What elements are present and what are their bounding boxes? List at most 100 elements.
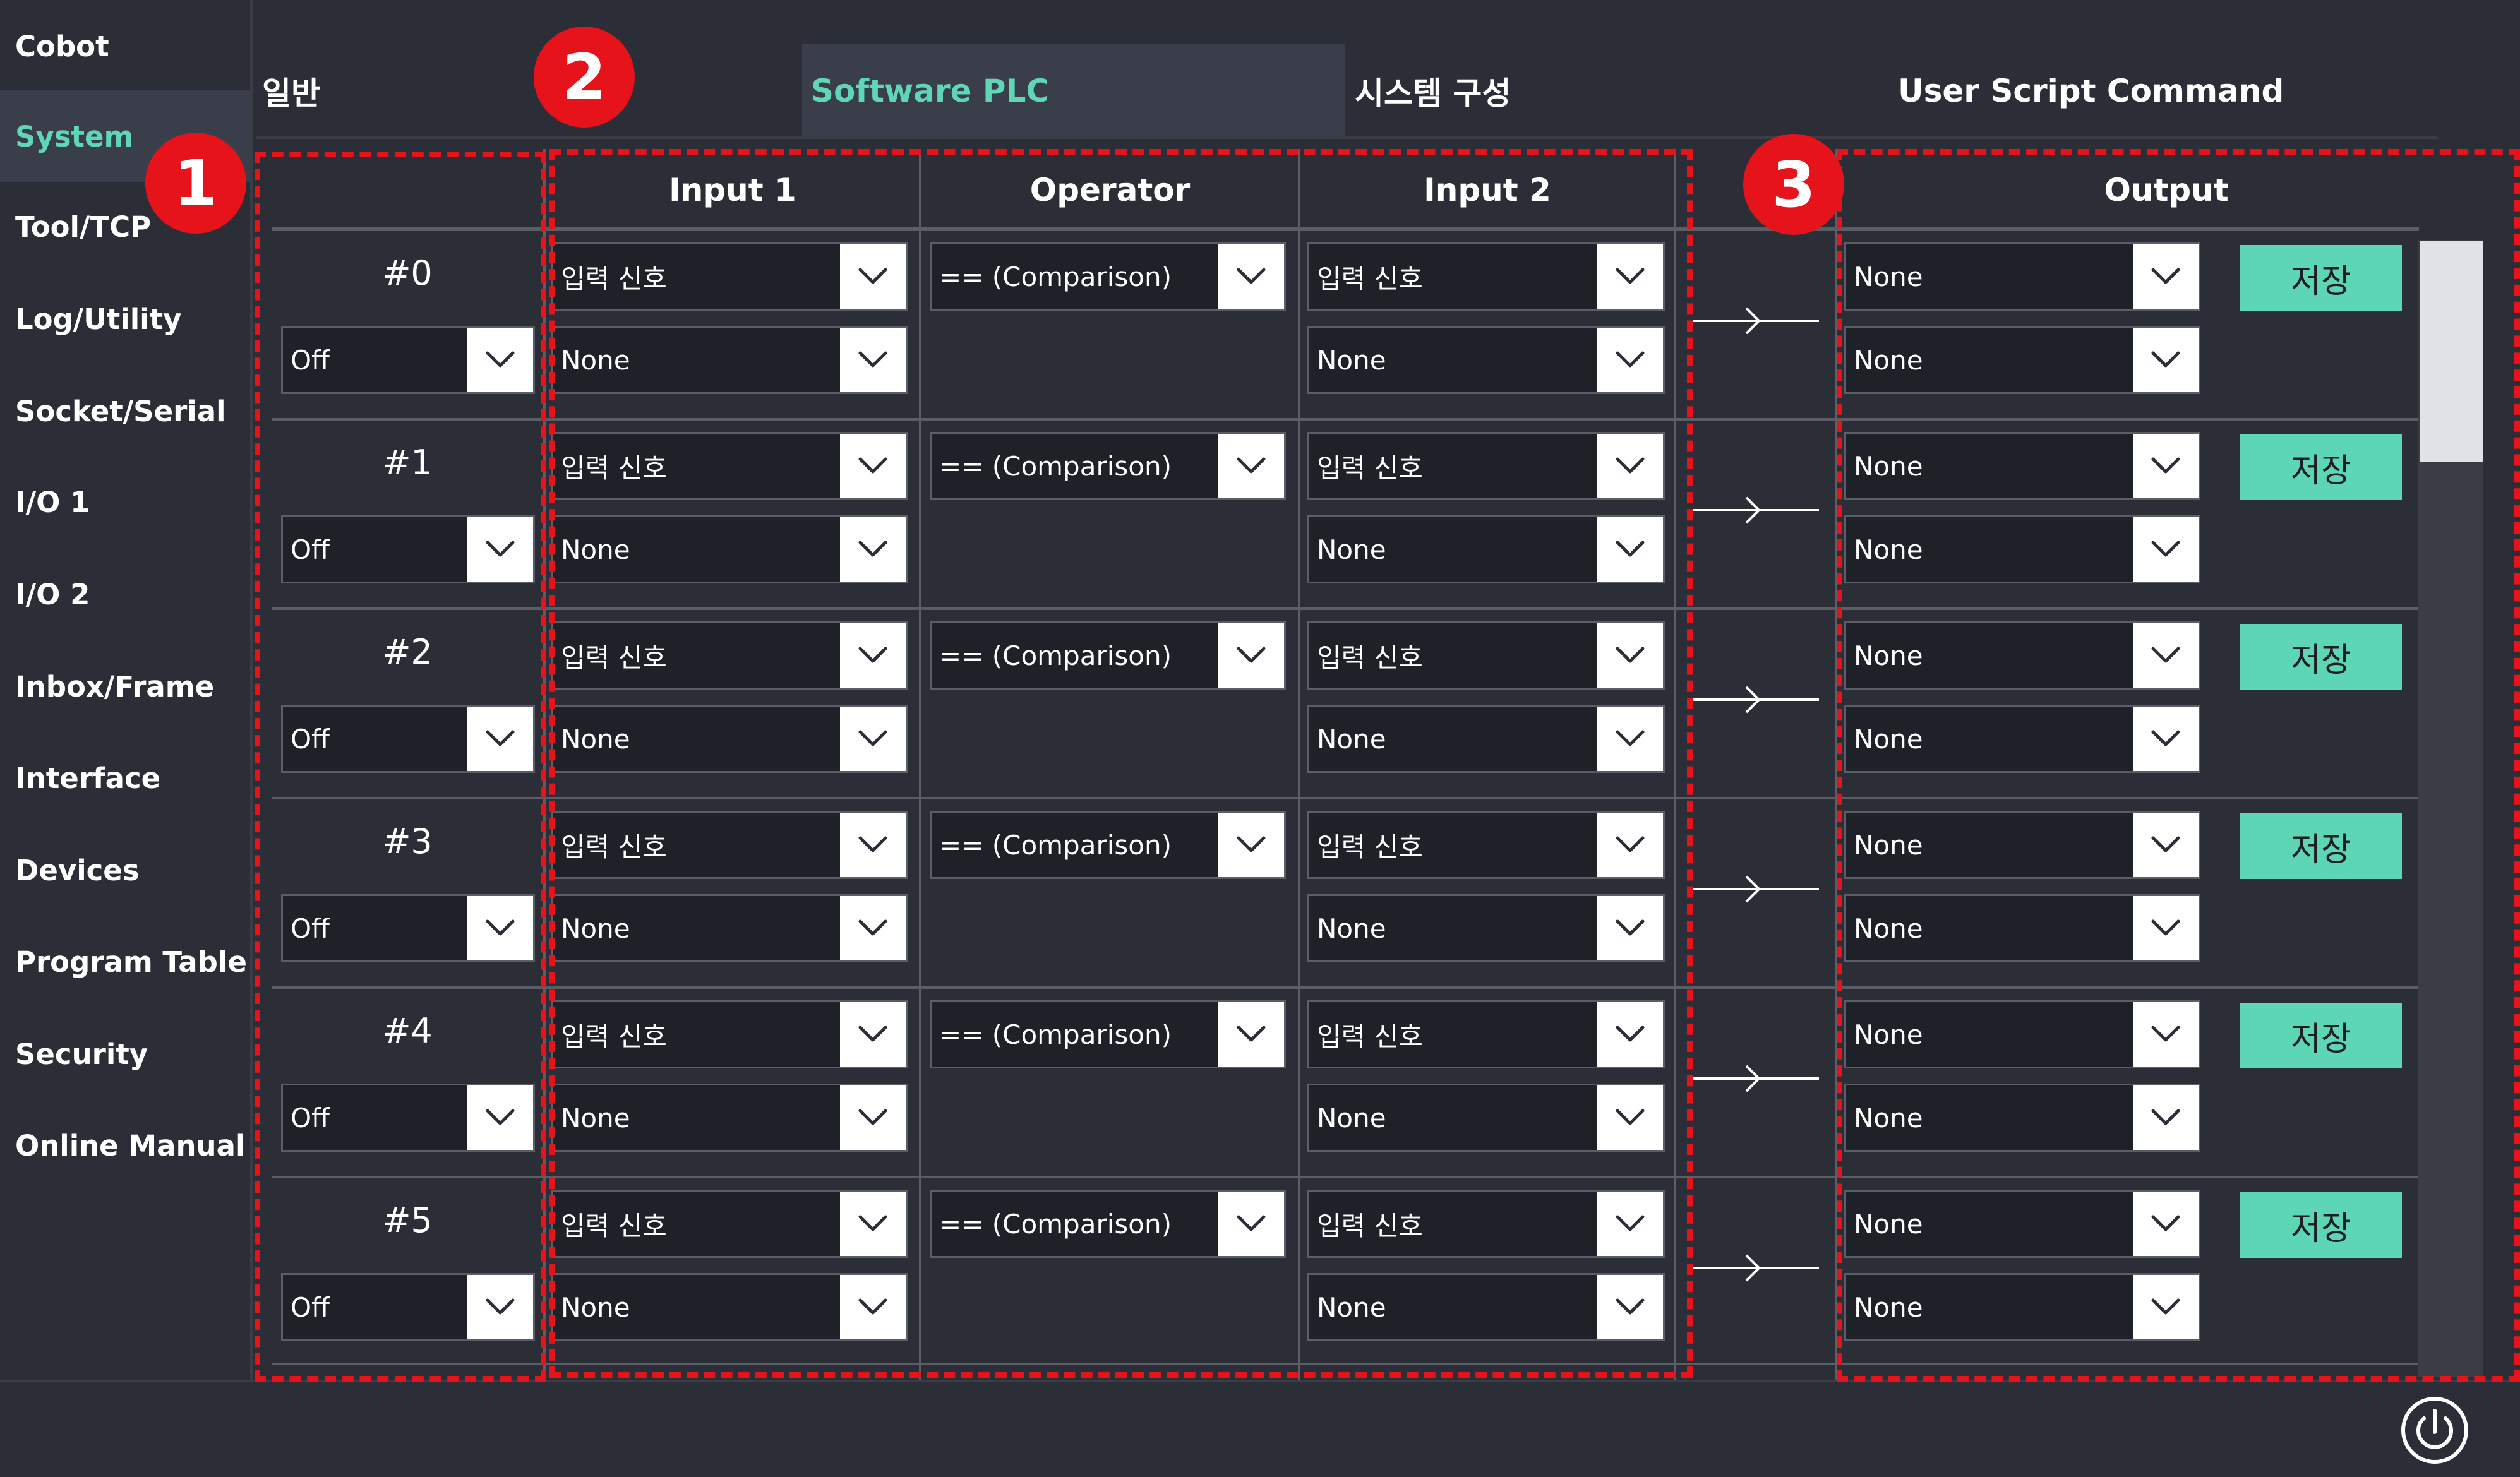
sidebar-item-socket-serial[interactable]: Socket/Serial	[0, 365, 250, 457]
input2-value-dropdown[interactable]: None	[1307, 894, 1665, 962]
enable-dropdown[interactable]: Off	[281, 1084, 535, 1152]
dropdown-button[interactable]	[840, 517, 906, 582]
dropdown-button[interactable]	[2133, 1192, 2199, 1256]
input2-type-dropdown[interactable]: 입력 신호	[1307, 621, 1665, 690]
dropdown-button[interactable]	[1597, 1002, 1663, 1067]
output-bottom-dropdown[interactable]: None	[1844, 515, 2200, 583]
operator-dropdown[interactable]: == (Comparison)	[930, 242, 1286, 311]
save-button[interactable]: 저장	[2240, 245, 2402, 311]
input2-value-dropdown[interactable]: None	[1307, 326, 1665, 394]
enable-dropdown[interactable]: Off	[281, 515, 535, 583]
sidebar-item-interface[interactable]: Interface	[0, 732, 250, 824]
enable-dropdown[interactable]: Off	[281, 326, 535, 394]
dropdown-button[interactable]	[1218, 244, 1284, 309]
input1-type-dropdown[interactable]: 입력 신호	[551, 1000, 908, 1068]
output-bottom-dropdown[interactable]: None	[1844, 326, 2200, 394]
enable-dropdown[interactable]: Off	[281, 894, 535, 962]
input1-value-dropdown[interactable]: None	[551, 326, 908, 394]
sidebar-item-program-table[interactable]: Program Table	[0, 916, 250, 1008]
output-top-dropdown[interactable]: None	[1844, 432, 2200, 500]
output-top-dropdown[interactable]: None	[1844, 242, 2200, 311]
save-button[interactable]: 저장	[2240, 434, 2402, 500]
sidebar-item-security[interactable]: Security	[0, 1008, 250, 1100]
input2-value-dropdown[interactable]: None	[1307, 515, 1665, 583]
dropdown-button[interactable]	[2133, 517, 2199, 582]
dropdown-button[interactable]	[1597, 328, 1663, 392]
dropdown-button[interactable]	[2133, 896, 2199, 960]
dropdown-button[interactable]	[1597, 1275, 1663, 1339]
sidebar-item-io1[interactable]: I/O 1	[0, 456, 250, 548]
dropdown-button[interactable]	[840, 896, 906, 960]
dropdown-button[interactable]	[2133, 707, 2199, 771]
output-top-dropdown[interactable]: None	[1844, 621, 2200, 690]
enable-dropdown[interactable]: Off	[281, 705, 535, 773]
output-bottom-dropdown[interactable]: None	[1844, 1084, 2200, 1152]
output-top-dropdown[interactable]: None	[1844, 1000, 2200, 1068]
dropdown-button[interactable]	[1597, 896, 1663, 960]
input2-value-dropdown[interactable]: None	[1307, 1084, 1665, 1152]
output-bottom-dropdown[interactable]: None	[1844, 894, 2200, 962]
dropdown-button[interactable]	[840, 1275, 906, 1339]
input1-type-dropdown[interactable]: 입력 신호	[551, 811, 908, 879]
dropdown-button[interactable]	[2133, 1002, 2199, 1067]
input2-value-dropdown[interactable]: None	[1307, 705, 1665, 773]
input2-value-dropdown[interactable]: None	[1307, 1273, 1665, 1341]
dropdown-button[interactable]	[2133, 623, 2199, 688]
dropdown-button[interactable]	[1597, 1085, 1663, 1150]
sidebar-item-online-manual[interactable]: Online Manual	[0, 1099, 250, 1192]
dropdown-button[interactable]	[1218, 434, 1284, 498]
operator-dropdown[interactable]: == (Comparison)	[930, 1000, 1286, 1068]
save-button[interactable]: 저장	[2240, 624, 2402, 690]
dropdown-button[interactable]	[840, 1192, 906, 1256]
operator-dropdown[interactable]: == (Comparison)	[930, 432, 1286, 500]
dropdown-button[interactable]	[1597, 517, 1663, 582]
dropdown-button[interactable]	[1218, 1192, 1284, 1256]
dropdown-button[interactable]	[1597, 623, 1663, 688]
input1-value-dropdown[interactable]: None	[551, 705, 908, 773]
dropdown-button[interactable]	[467, 328, 533, 392]
dropdown-button[interactable]	[840, 1085, 906, 1150]
dropdown-button[interactable]	[2133, 434, 2199, 498]
dropdown-button[interactable]	[1597, 707, 1663, 771]
operator-dropdown[interactable]: == (Comparison)	[930, 621, 1286, 690]
dropdown-button[interactable]	[2133, 244, 2199, 309]
dropdown-button[interactable]	[2133, 1085, 2199, 1150]
input1-value-dropdown[interactable]: None	[551, 1273, 908, 1341]
input2-type-dropdown[interactable]: 입력 신호	[1307, 432, 1665, 500]
save-button[interactable]: 저장	[2240, 1192, 2402, 1258]
dropdown-button[interactable]	[840, 1002, 906, 1067]
operator-dropdown[interactable]: == (Comparison)	[930, 1190, 1286, 1258]
dropdown-button[interactable]	[840, 813, 906, 877]
sidebar-item-inbox-frame[interactable]: Inbox/Frame	[0, 640, 250, 733]
dropdown-button[interactable]	[1218, 1002, 1284, 1067]
dropdown-button[interactable]	[467, 1275, 533, 1339]
operator-dropdown[interactable]: == (Comparison)	[930, 811, 1286, 879]
dropdown-button[interactable]	[840, 434, 906, 498]
scrollbar-thumb[interactable]	[2420, 241, 2483, 462]
save-button[interactable]: 저장	[2240, 1003, 2402, 1068]
dropdown-button[interactable]	[1218, 813, 1284, 877]
input1-type-dropdown[interactable]: 입력 신호	[551, 432, 908, 500]
input2-type-dropdown[interactable]: 입력 신호	[1307, 242, 1665, 311]
dropdown-button[interactable]	[1597, 813, 1663, 877]
input1-type-dropdown[interactable]: 입력 신호	[551, 621, 908, 690]
dropdown-button[interactable]	[840, 707, 906, 771]
output-top-dropdown[interactable]: None	[1844, 811, 2200, 879]
tab-system-config[interactable]: 시스템 구성	[1355, 44, 1797, 138]
dropdown-button[interactable]	[1597, 434, 1663, 498]
input1-type-dropdown[interactable]: 입력 신호	[551, 1190, 908, 1258]
dropdown-button[interactable]	[2133, 328, 2199, 392]
dropdown-button[interactable]	[467, 896, 533, 960]
input2-type-dropdown[interactable]: 입력 신호	[1307, 811, 1665, 879]
dropdown-button[interactable]	[840, 328, 906, 392]
dropdown-button[interactable]	[1597, 1192, 1663, 1256]
dropdown-button[interactable]	[467, 707, 533, 771]
enable-dropdown[interactable]: Off	[281, 1273, 535, 1341]
dropdown-button[interactable]	[1597, 244, 1663, 309]
tab-software-plc[interactable]: Software PLC	[802, 44, 1345, 138]
sidebar-item-io2[interactable]: I/O 2	[0, 548, 250, 640]
output-top-dropdown[interactable]: None	[1844, 1190, 2200, 1258]
power-icon[interactable]	[2400, 1396, 2469, 1465]
sidebar-item-devices[interactable]: Devices	[0, 824, 250, 916]
tab-user-script-command[interactable]: User Script Command	[1898, 44, 2403, 138]
